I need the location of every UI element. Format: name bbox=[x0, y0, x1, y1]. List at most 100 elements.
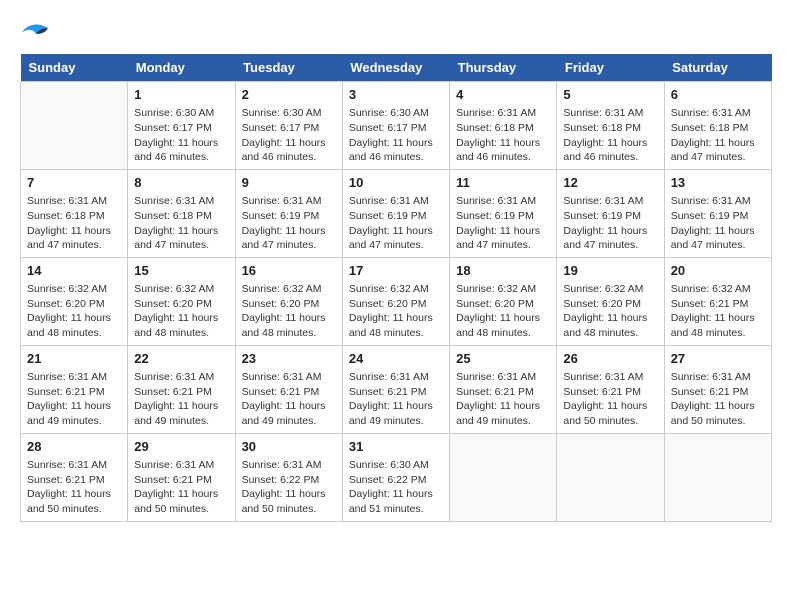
calendar-cell: 31 Sunrise: 6:30 AM Sunset: 6:22 PM Dayli… bbox=[342, 433, 449, 521]
day-info: Sunrise: 6:30 AM Sunset: 6:22 PM Dayligh… bbox=[349, 458, 443, 517]
calendar-cell: 24 Sunrise: 6:31 AM Sunset: 6:21 PM Dayli… bbox=[342, 345, 449, 433]
calendar-cell: 5 Sunrise: 6:31 AM Sunset: 6:18 PM Daylig… bbox=[557, 82, 664, 170]
day-number: 28 bbox=[27, 438, 121, 456]
calendar-cell: 3 Sunrise: 6:30 AM Sunset: 6:17 PM Daylig… bbox=[342, 82, 449, 170]
calendar-cell: 16 Sunrise: 6:32 AM Sunset: 6:20 PM Dayli… bbox=[235, 257, 342, 345]
calendar-cell: 25 Sunrise: 6:31 AM Sunset: 6:21 PM Dayli… bbox=[450, 345, 557, 433]
day-number: 3 bbox=[349, 86, 443, 104]
day-info: Sunrise: 6:31 AM Sunset: 6:19 PM Dayligh… bbox=[456, 194, 550, 253]
day-number: 11 bbox=[456, 174, 550, 192]
day-number: 24 bbox=[349, 350, 443, 368]
calendar-cell: 1 Sunrise: 6:30 AM Sunset: 6:17 PM Daylig… bbox=[128, 82, 235, 170]
day-info: Sunrise: 6:32 AM Sunset: 6:20 PM Dayligh… bbox=[242, 282, 336, 341]
day-info: Sunrise: 6:31 AM Sunset: 6:21 PM Dayligh… bbox=[134, 370, 228, 429]
calendar-cell: 10 Sunrise: 6:31 AM Sunset: 6:19 PM Dayli… bbox=[342, 169, 449, 257]
day-info: Sunrise: 6:31 AM Sunset: 6:19 PM Dayligh… bbox=[563, 194, 657, 253]
day-number: 2 bbox=[242, 86, 336, 104]
day-info: Sunrise: 6:31 AM Sunset: 6:21 PM Dayligh… bbox=[563, 370, 657, 429]
calendar-week-row: 21 Sunrise: 6:31 AM Sunset: 6:21 PM Dayli… bbox=[21, 345, 772, 433]
day-info: Sunrise: 6:30 AM Sunset: 6:17 PM Dayligh… bbox=[134, 106, 228, 165]
calendar-cell: 8Sunrise: 6:31 AM Sunset: 6:18 PM Daylig… bbox=[128, 169, 235, 257]
day-number: 14 bbox=[27, 262, 121, 280]
calendar-cell: 20 Sunrise: 6:32 AM Sunset: 6:21 PM Dayli… bbox=[664, 257, 771, 345]
calendar-cell: 28 Sunrise: 6:31 AM Sunset: 6:21 PM Dayli… bbox=[21, 433, 128, 521]
day-number: 31 bbox=[349, 438, 443, 456]
day-number: 10 bbox=[349, 174, 443, 192]
day-info: Sunrise: 6:31 AM Sunset: 6:21 PM Dayligh… bbox=[27, 370, 121, 429]
calendar-cell: 7 Sunrise: 6:31 AM Sunset: 6:18 PM Daylig… bbox=[21, 169, 128, 257]
day-info: Sunrise: 6:31 AM Sunset: 6:21 PM Dayligh… bbox=[349, 370, 443, 429]
calendar-week-row: 28 Sunrise: 6:31 AM Sunset: 6:21 PM Dayli… bbox=[21, 433, 772, 521]
day-number: 17 bbox=[349, 262, 443, 280]
calendar-cell bbox=[557, 433, 664, 521]
calendar-cell: 9 Sunrise: 6:31 AM Sunset: 6:19 PM Daylig… bbox=[235, 169, 342, 257]
day-info: Sunrise: 6:31 AM Sunset: 6:21 PM Dayligh… bbox=[134, 458, 228, 517]
day-info: Sunrise: 6:31 AM Sunset: 6:18 PM Dayligh… bbox=[456, 106, 550, 165]
calendar-cell: 12 Sunrise: 6:31 AM Sunset: 6:19 PM Dayli… bbox=[557, 169, 664, 257]
calendar-cell bbox=[664, 433, 771, 521]
day-info: Sunrise: 6:31 AM Sunset: 6:18 PM Dayligh… bbox=[27, 194, 121, 253]
day-number: 7 bbox=[27, 174, 121, 192]
day-info: Sunrise: 6:31 AM Sunset: 6:19 PM Dayligh… bbox=[242, 194, 336, 253]
day-number: 20 bbox=[671, 262, 765, 280]
calendar-cell: 23 Sunrise: 6:31 AM Sunset: 6:21 PM Dayli… bbox=[235, 345, 342, 433]
calendar-cell: 4Sunrise: 6:31 AM Sunset: 6:18 PM Daylig… bbox=[450, 82, 557, 170]
day-info: Sunrise: 6:31 AM Sunset: 6:19 PM Dayligh… bbox=[671, 194, 765, 253]
calendar-cell: 19Sunrise: 6:32 AM Sunset: 6:20 PM Dayli… bbox=[557, 257, 664, 345]
calendar-table: SundayMondayTuesdayWednesdayThursdayFrid… bbox=[20, 54, 772, 522]
day-number: 1 bbox=[134, 86, 228, 104]
day-number: 18 bbox=[456, 262, 550, 280]
calendar-week-row: 14 Sunrise: 6:32 AM Sunset: 6:20 PM Dayli… bbox=[21, 257, 772, 345]
day-number: 27 bbox=[671, 350, 765, 368]
calendar-cell: 26 Sunrise: 6:31 AM Sunset: 6:21 PM Dayli… bbox=[557, 345, 664, 433]
column-header-wednesday: Wednesday bbox=[342, 54, 449, 82]
calendar-cell: 13Sunrise: 6:31 AM Sunset: 6:19 PM Dayli… bbox=[664, 169, 771, 257]
day-info: Sunrise: 6:31 AM Sunset: 6:18 PM Dayligh… bbox=[671, 106, 765, 165]
day-number: 25 bbox=[456, 350, 550, 368]
day-info: Sunrise: 6:30 AM Sunset: 6:17 PM Dayligh… bbox=[242, 106, 336, 165]
day-number: 23 bbox=[242, 350, 336, 368]
column-header-friday: Friday bbox=[557, 54, 664, 82]
day-number: 12 bbox=[563, 174, 657, 192]
day-number: 6 bbox=[671, 86, 765, 104]
column-header-saturday: Saturday bbox=[664, 54, 771, 82]
column-header-thursday: Thursday bbox=[450, 54, 557, 82]
calendar-cell: 21 Sunrise: 6:31 AM Sunset: 6:21 PM Dayli… bbox=[21, 345, 128, 433]
day-info: Sunrise: 6:31 AM Sunset: 6:18 PM Dayligh… bbox=[563, 106, 657, 165]
day-number: 21 bbox=[27, 350, 121, 368]
day-number: 22 bbox=[134, 350, 228, 368]
day-info: Sunrise: 6:32 AM Sunset: 6:20 PM Dayligh… bbox=[27, 282, 121, 341]
column-header-sunday: Sunday bbox=[21, 54, 128, 82]
day-info: Sunrise: 6:31 AM Sunset: 6:21 PM Dayligh… bbox=[242, 370, 336, 429]
calendar-cell: 27Sunrise: 6:31 AM Sunset: 6:21 PM Dayli… bbox=[664, 345, 771, 433]
day-number: 29 bbox=[134, 438, 228, 456]
day-number: 9 bbox=[242, 174, 336, 192]
day-number: 16 bbox=[242, 262, 336, 280]
calendar-cell: 2 Sunrise: 6:30 AM Sunset: 6:17 PM Daylig… bbox=[235, 82, 342, 170]
day-info: Sunrise: 6:30 AM Sunset: 6:17 PM Dayligh… bbox=[349, 106, 443, 165]
day-number: 15 bbox=[134, 262, 228, 280]
calendar-header-row: SundayMondayTuesdayWednesdayThursdayFrid… bbox=[21, 54, 772, 82]
day-number: 26 bbox=[563, 350, 657, 368]
page-header bbox=[20, 20, 772, 44]
day-info: Sunrise: 6:31 AM Sunset: 6:22 PM Dayligh… bbox=[242, 458, 336, 517]
day-info: Sunrise: 6:32 AM Sunset: 6:20 PM Dayligh… bbox=[563, 282, 657, 341]
day-info: Sunrise: 6:31 AM Sunset: 6:18 PM Dayligh… bbox=[134, 194, 228, 253]
calendar-week-row: 7 Sunrise: 6:31 AM Sunset: 6:18 PM Daylig… bbox=[21, 169, 772, 257]
column-header-tuesday: Tuesday bbox=[235, 54, 342, 82]
calendar-cell: 18Sunrise: 6:32 AM Sunset: 6:20 PM Dayli… bbox=[450, 257, 557, 345]
logo bbox=[20, 20, 54, 44]
calendar-cell bbox=[21, 82, 128, 170]
day-info: Sunrise: 6:31 AM Sunset: 6:19 PM Dayligh… bbox=[349, 194, 443, 253]
day-info: Sunrise: 6:31 AM Sunset: 6:21 PM Dayligh… bbox=[456, 370, 550, 429]
day-info: Sunrise: 6:32 AM Sunset: 6:21 PM Dayligh… bbox=[671, 282, 765, 341]
calendar-cell: 15 Sunrise: 6:32 AM Sunset: 6:20 PM Dayli… bbox=[128, 257, 235, 345]
calendar-cell: 14 Sunrise: 6:32 AM Sunset: 6:20 PM Dayli… bbox=[21, 257, 128, 345]
calendar-cell: 11 Sunrise: 6:31 AM Sunset: 6:19 PM Dayli… bbox=[450, 169, 557, 257]
calendar-cell: 22 Sunrise: 6:31 AM Sunset: 6:21 PM Dayli… bbox=[128, 345, 235, 433]
day-info: Sunrise: 6:31 AM Sunset: 6:21 PM Dayligh… bbox=[27, 458, 121, 517]
column-header-monday: Monday bbox=[128, 54, 235, 82]
day-number: 5 bbox=[563, 86, 657, 104]
day-info: Sunrise: 6:32 AM Sunset: 6:20 PM Dayligh… bbox=[134, 282, 228, 341]
calendar-cell bbox=[450, 433, 557, 521]
